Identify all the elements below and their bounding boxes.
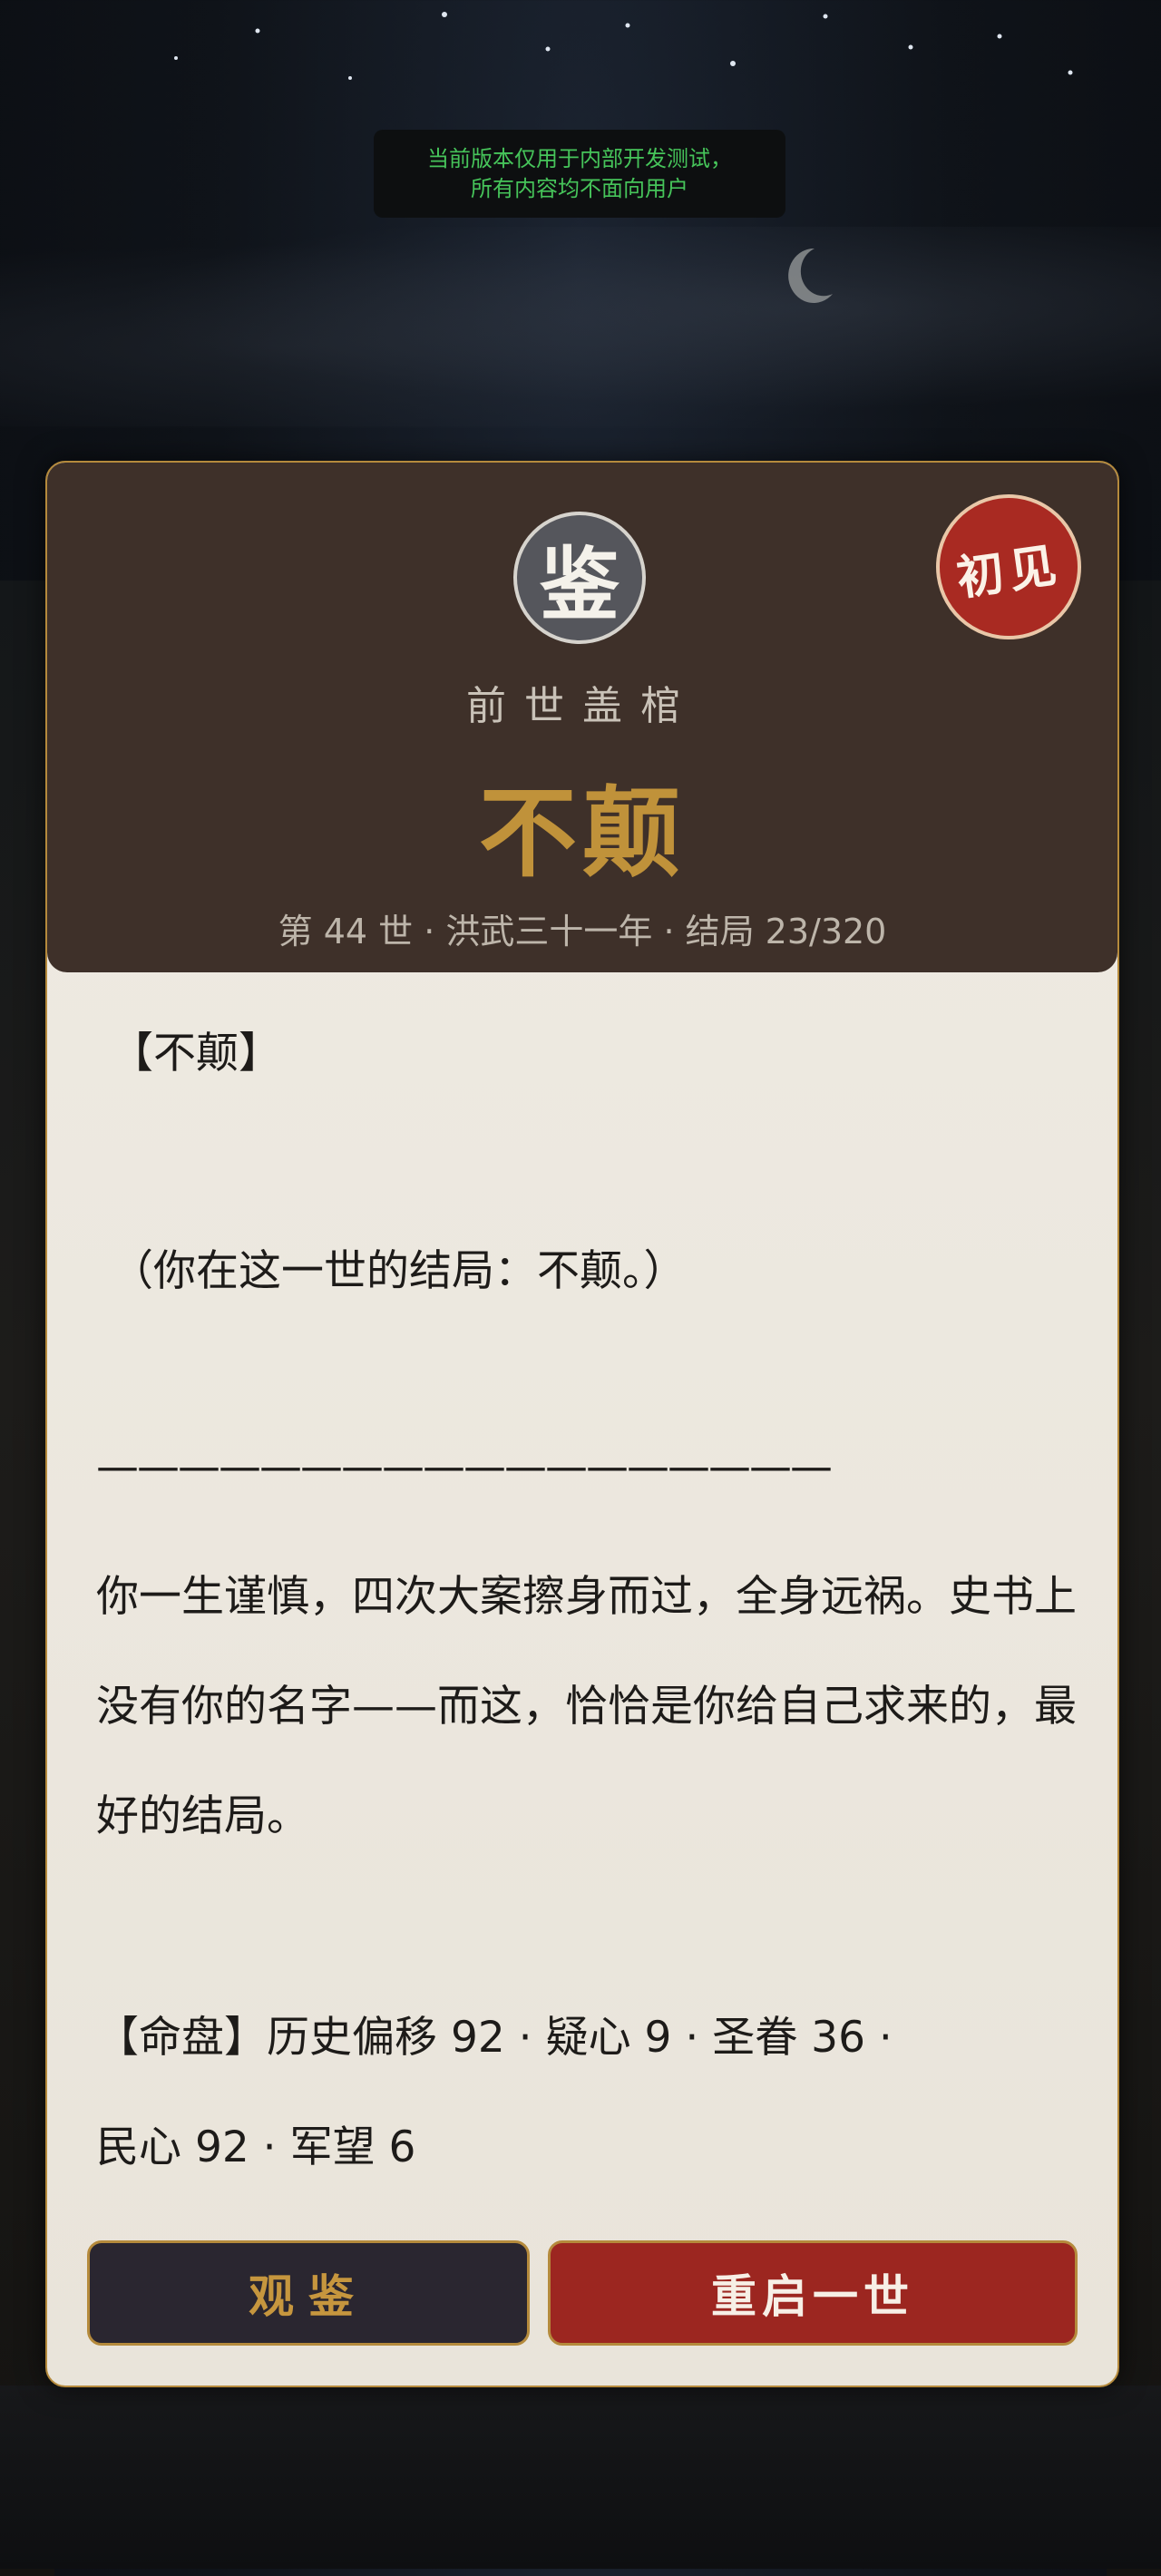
ending-card: 鉴 初见 前世盖棺 不颠 第 44 世 · 洪武三十一年 · 结局 23/320… — [45, 461, 1119, 2387]
fate-stats-line1: 【命盘】历史偏移 92 · 疑心 9 · 圣眷 36 · — [96, 2013, 893, 2063]
dev-test-notice: 当前版本仅用于内部开发测试， 所有内容均不面向用户 — [374, 130, 785, 218]
life-meta: 第 44 世 · 洪武三十一年 · 结局 23/320 — [278, 912, 887, 951]
crescent-moon-icon — [787, 247, 834, 303]
card-subtitle: 前世盖棺 — [466, 683, 698, 729]
ending-bracket-title: 【不颠】 — [111, 1029, 281, 1078]
divider-line: —————————————————— — [96, 1442, 833, 1492]
night-clouds — [0, 227, 1161, 426]
dev-notice-line1: 当前版本仅用于内部开发测试， — [427, 145, 732, 171]
fate-stats: 【命盘】历史偏移 92 · 疑心 9 · 圣眷 36 · 民心 92 · 军望 … — [96, 1983, 1085, 2202]
review-button[interactable]: 观鉴 — [87, 2240, 530, 2346]
ending-paragraph: 你一生谨慎，四次大案擦身而过，全身远祸。史书上没有你的名字——而这，恰恰是你给自… — [96, 1572, 1077, 1841]
restart-life-button[interactable]: 重启一世 — [548, 2240, 1078, 2346]
ending-note: （你在这一世的结局：不颠。） — [111, 1246, 687, 1296]
dev-notice-line2: 所有内容均不面向用户 — [471, 175, 688, 201]
first-seen-badge: 初见 — [926, 484, 1091, 649]
city-rooftops-bottom — [0, 2386, 1161, 2569]
card-header: 鉴 初见 前世盖棺 不颠 第 44 世 · 洪武三十一年 · 结局 23/320 — [47, 463, 1117, 972]
ending-title: 不颠 — [478, 777, 686, 891]
jian-seal-icon: 鉴 — [513, 512, 646, 644]
fate-stats-line2: 民心 92 · 军望 6 — [96, 2122, 416, 2172]
